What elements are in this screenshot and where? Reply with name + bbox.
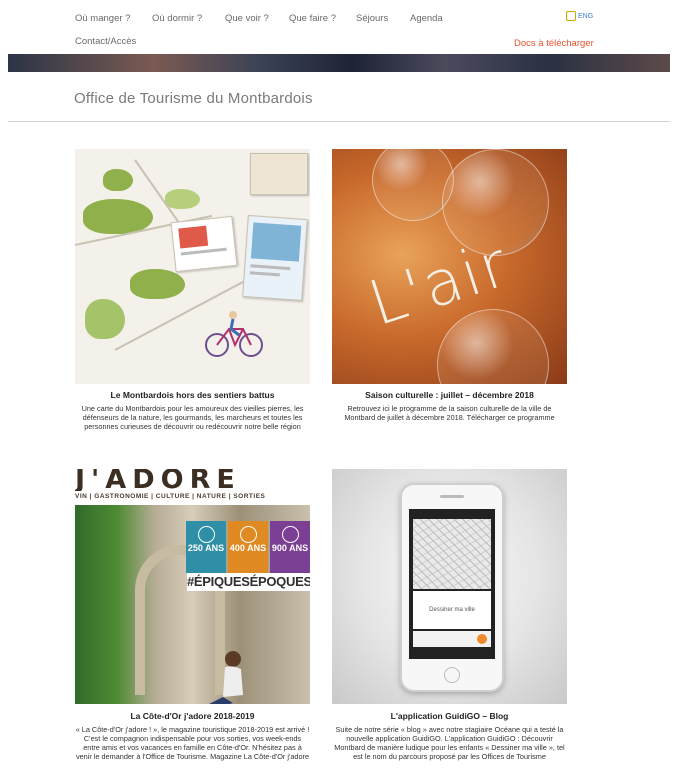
map-forest-area (85, 299, 125, 339)
docs-download-link[interactable]: Docs à télécharger (514, 38, 594, 49)
person-sitting-illustration (209, 651, 243, 704)
card-title[interactable]: L'application GuidiGO – Blog (332, 711, 567, 721)
badge-icon (198, 526, 215, 543)
badge-label: 250 ANS (187, 543, 225, 553)
nav-que-voir[interactable]: Que voir ? (225, 13, 269, 24)
play-icon (477, 634, 487, 644)
map-forest-area (130, 269, 185, 299)
badge-900-ans: 900 ANS (270, 521, 310, 573)
magazine-subtitle: VIN | GASTRONOMIE | CULTURE | NATURE | S… (75, 493, 266, 500)
card-description: Retrouvez ici le programme de la saison … (344, 404, 555, 422)
smartphone-illustration: Dessiner ma ville (400, 483, 504, 692)
magazine-masthead: J'ADORE (75, 469, 241, 491)
card-title[interactable]: Le Montbardois hors des sentiers battus (75, 390, 310, 400)
nav-sejours[interactable]: Séjours (356, 13, 388, 24)
magazine-hashtag: #ÉPIQUESÉPOQUES (187, 573, 310, 591)
nav-contact-acces[interactable]: Contact/Accès (75, 36, 136, 47)
brochure-text-line (249, 271, 280, 277)
brochure-photo (178, 225, 209, 249)
phone-screen: Dessiner ma ville (409, 509, 495, 659)
card-image-map[interactable] (75, 149, 310, 384)
nav-ou-dormir[interactable]: Où dormir ? (152, 13, 202, 24)
card-description: « La Côte-d'Or j'adore ! », le magazine … (75, 725, 310, 761)
card-description: Suite de notre série « blog » avec notre… (334, 725, 565, 761)
brochure-photo (250, 222, 302, 262)
map-forest-area (103, 169, 133, 191)
badge-400-ans: 400 ANS (228, 521, 268, 573)
bicycle-illustration (205, 311, 263, 357)
phone-speaker (440, 495, 464, 498)
brochure (242, 215, 308, 301)
header-banner (8, 54, 670, 72)
badge-icon (282, 526, 299, 543)
card-title[interactable]: Saison culturelle : juillet – décembre 2… (332, 390, 567, 400)
brochure-text-line (250, 264, 291, 271)
badge-label: 900 ANS (271, 543, 309, 553)
brochure-text-line (180, 247, 227, 256)
brochure (170, 215, 238, 273)
flag-icon (566, 11, 576, 21)
brochure (250, 153, 308, 195)
page-title: Office de Tourisme du Montbardois (74, 90, 313, 107)
card-title[interactable]: La Côte-d'Or j'adore 2018-2019 (75, 711, 310, 721)
card-description: Une carte du Montbardois pour les amoure… (81, 404, 304, 431)
top-navigation: Où manger ? Où dormir ? Que voir ? Que f… (0, 0, 683, 54)
badge-icon (240, 526, 257, 543)
card-image-lair[interactable]: L'air (332, 149, 567, 384)
map-forest-area (165, 189, 200, 209)
nav-que-faire[interactable]: Que faire ? (289, 13, 336, 24)
bubble (437, 309, 549, 384)
phone-home-button (444, 667, 460, 683)
card-image-guidigo[interactable]: Dessiner ma ville (332, 469, 567, 704)
badge-label: 400 ANS (229, 543, 267, 553)
screen-map-drawing (413, 519, 491, 589)
screen-title: Dessiner ma ville (413, 591, 491, 629)
nav-ou-manger[interactable]: Où manger ? (75, 13, 130, 24)
divider (8, 121, 670, 122)
nav-agenda[interactable]: Agenda (410, 13, 443, 24)
screen-item (413, 631, 491, 647)
language-label: ENG (578, 12, 594, 20)
language-switch[interactable]: ENG (566, 11, 593, 21)
badge-250-ans: 250 ANS (186, 521, 226, 573)
card-image-magazine[interactable]: J'ADORE VIN | GASTRONOMIE | CULTURE | NA… (75, 469, 310, 704)
